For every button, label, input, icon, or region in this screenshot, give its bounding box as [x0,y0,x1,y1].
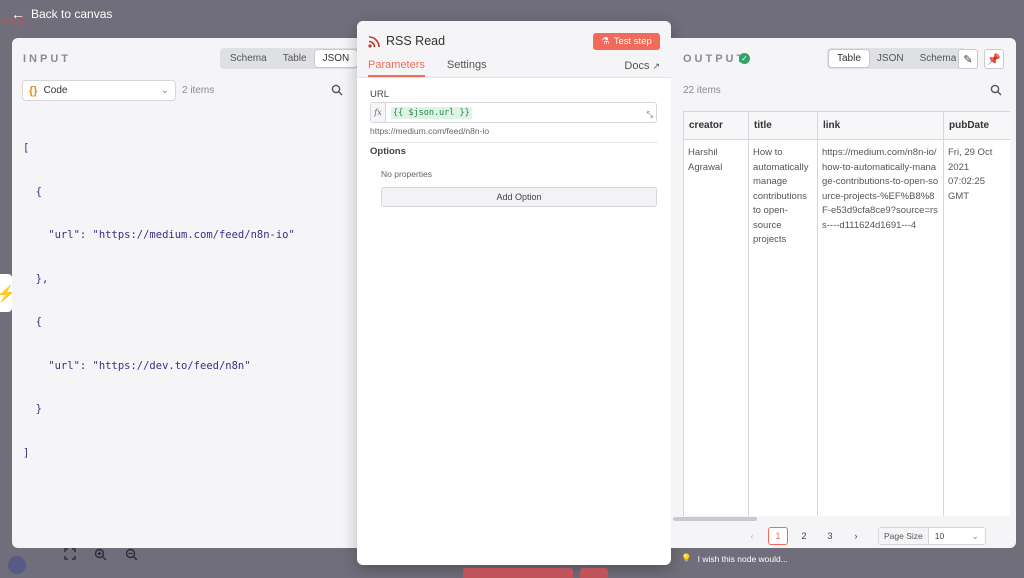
output-title: OUTPUT [683,53,747,65]
table-cell: How to automatically manage contribution… [753,147,809,245]
external-link-icon: ↗ [652,60,660,71]
input-view-switch: Schema Table JSON [220,48,360,69]
function-icon: fx [371,103,386,122]
input-source-value: Code [43,85,68,96]
canvas-zoom-tools [64,548,138,568]
pin-output-button[interactable]: 📌 [984,49,1004,69]
json-line: ] [23,446,30,459]
pencil-icon: ✎ [963,53,973,66]
output-view-table[interactable]: Table [829,50,869,67]
url-label: URL [370,89,390,100]
flask-icon: ⚗ [601,36,610,47]
json-line: { [23,185,42,198]
url-expression-field[interactable]: fx {{ $json.url }} ⤡ [370,102,657,123]
input-view-table[interactable]: Table [275,50,315,67]
output-items-count: 22 items [683,85,721,96]
chevron-left-icon[interactable]: ‹ [742,527,762,545]
json-line: } [23,403,42,415]
no-properties-text: No properties [381,169,433,179]
test-step-label: Test step [613,36,652,47]
side-panel-tab[interactable]: ⚡ [0,274,16,312]
add-option-button[interactable]: Add Option [381,187,657,207]
expand-icon[interactable]: ⤡ [647,110,653,120]
code-braces-icon: {} [29,84,38,97]
url-expression-preview: https://medium.com/feed/n8n-io [370,126,490,136]
page-3-button[interactable]: 3 [820,527,840,545]
docs-label: Docs [624,60,650,72]
zoom-in-icon[interactable] [94,548,107,561]
rss-icon [368,36,380,48]
zoom-out-icon[interactable] [125,548,138,561]
input-source-select[interactable]: {} Code ⌄ [22,80,176,101]
table-header-creator: creator [684,112,748,140]
options-label: Options [370,146,406,157]
output-table: creator Harshil Agrawal title How to aut… [683,111,1010,516]
table-cell: Fri, 29 Oct 2021 07:02:25 GMT [948,147,993,202]
arrow-left-icon: ← [11,6,25,22]
table-cell: https://medium.com/n8n-io/how-to-automat… [822,147,939,231]
url-expression-value-wrap: {{ $json.url }} [386,103,472,122]
table-header-link: link [818,112,943,140]
page-size-value: 10 [934,531,945,541]
success-check-icon: ✓ [739,53,750,64]
table-column: creator Harshil Agrawal [684,112,749,516]
chevron-right-icon[interactable]: › [846,527,866,545]
json-line: "url": "https://medium.com/feed/n8n-io" [23,229,295,241]
node-header: RSS Read ⚗ Test step Parameters Settings… [357,21,671,78]
table-column: link https://medium.com/n8n-io/how-to-au… [818,112,944,516]
bottom-action-bar [580,568,608,578]
input-title: INPUT [23,53,71,65]
test-step-button[interactable]: ⚗ Test step [593,33,660,50]
json-line: { [23,316,42,328]
page-size-label: Page Size [879,528,929,544]
output-view-schema[interactable]: Schema [912,50,965,67]
table-header-pubdate: pubDate [944,112,1010,140]
lightbulb-icon: 💡 [681,553,692,563]
feedback-text: I wish this node would... [697,553,788,564]
table-cell: Harshil Agrawal [688,147,723,173]
divider [370,142,658,143]
chevron-down-icon: ⌄ [160,85,169,96]
output-view-switch: Table JSON Schema [827,48,967,69]
page-1-button[interactable]: 1 [768,527,788,545]
table-column: pubDate Fri, 29 Oct 2021 07:02:25 GMT [944,112,1010,516]
edit-output-button[interactable]: ✎ [958,49,978,69]
url-expression-value: {{ $json.url }} [391,106,472,119]
input-view-schema[interactable]: Schema [222,50,275,67]
input-json-view: [ { "url": "https://medium.com/feed/n8n-… [23,112,295,489]
back-to-canvas-link[interactable]: ← Back to canvas [11,7,112,21]
input-view-json[interactable]: JSON [314,50,358,67]
page-size-select[interactable]: Page Size 10 ⌄ [878,527,986,545]
pin-icon: 📌 [987,53,1001,66]
output-view-json[interactable]: JSON [869,50,912,67]
output-panel: OUTPUT ✓ Table JSON Schema ✎ 📌 22 items … [671,38,1016,548]
fit-view-icon[interactable] [64,548,76,560]
json-line: [ [23,142,30,154]
search-icon[interactable] [331,84,343,96]
page-2-button[interactable]: 2 [794,527,814,545]
search-icon[interactable] [990,84,1002,96]
table-header-title: title [749,112,817,140]
horizontal-scrollbar[interactable] [673,517,757,521]
node-tabs: Parameters Settings [368,59,487,77]
tab-settings[interactable]: Settings [447,59,487,77]
back-to-canvas-label: Back to canvas [31,7,113,21]
json-line: }, [23,272,49,285]
avatar[interactable] [8,556,26,574]
feedback-link[interactable]: 💡 I wish this node would... [681,553,788,564]
pagination: ‹ 1 2 3 › Page Size 10 ⌄ [742,527,986,545]
input-items-count: 2 items [182,85,215,96]
input-panel: INPUT Schema Table JSON {} Code ⌄ 2 item… [12,38,360,548]
tab-parameters[interactable]: Parameters [368,59,425,77]
chevron-down-icon: ⌄ [971,530,979,541]
json-line: "url": "https://dev.to/feed/n8n" [23,359,251,372]
bottom-action-bar [463,568,573,578]
docs-link[interactable]: Docs ↗ [624,60,660,72]
node-title: RSS Read [386,34,446,48]
node-settings-panel: RSS Read ⚗ Test step Parameters Settings… [357,21,671,565]
table-column: title How to automatically manage contri… [749,112,818,516]
